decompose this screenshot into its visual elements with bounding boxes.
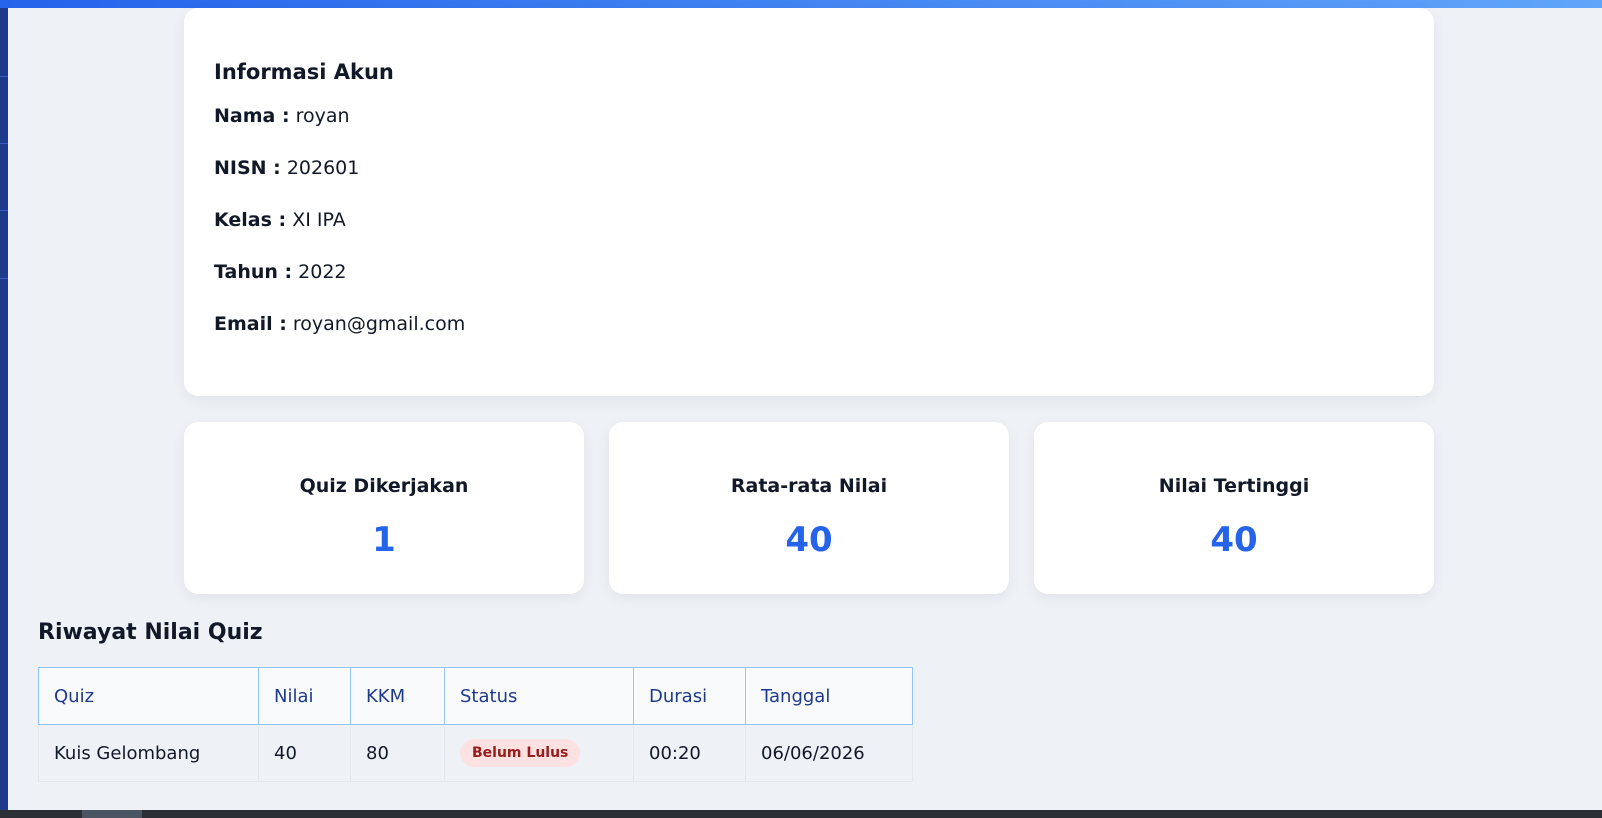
field-label: Kelas : bbox=[214, 209, 287, 231]
taskbar-strip bbox=[0, 810, 1602, 818]
field-value: royan@gmail.com bbox=[292, 313, 466, 335]
cell-status: Belum Lulus bbox=[444, 724, 634, 782]
field-value: 2022 bbox=[298, 261, 347, 283]
account-info-card: Informasi Akun Nama : royan NISN : 20260… bbox=[184, 8, 1434, 396]
top-accent-bar bbox=[0, 0, 1602, 8]
sidebar-edge bbox=[0, 8, 8, 810]
cell-kkm: 80 bbox=[350, 724, 445, 782]
account-field-name: Nama : royan bbox=[214, 104, 1404, 128]
stat-label: Rata-rata Nilai bbox=[730, 475, 888, 497]
column-header-status: Status bbox=[444, 667, 634, 725]
account-field-email: Email : royan@gmail.com bbox=[214, 312, 1404, 336]
status-badge: Belum Lulus bbox=[460, 739, 581, 767]
sidebar-divider bbox=[0, 278, 8, 279]
column-header-kkm: KKM bbox=[350, 667, 445, 725]
cell-quiz: Kuis Gelombang bbox=[38, 724, 259, 782]
taskbar-segment bbox=[82, 810, 142, 818]
field-label: Nama : bbox=[214, 105, 290, 127]
cell-score: 40 bbox=[258, 724, 351, 782]
column-header-quiz: Quiz bbox=[38, 667, 259, 725]
field-label: Email : bbox=[214, 313, 287, 335]
field-value: XI IPA bbox=[292, 209, 346, 231]
stat-card-quiz-count: Quiz Dikerjakan 1 bbox=[184, 422, 584, 594]
field-label: NISN : bbox=[214, 157, 281, 179]
stat-card-highest-score: Nilai Tertinggi 40 bbox=[1034, 422, 1434, 594]
column-header-date: Tanggal bbox=[745, 667, 913, 725]
stat-value: 40 bbox=[785, 520, 833, 560]
sidebar-divider bbox=[0, 76, 8, 77]
stat-value: 1 bbox=[372, 520, 396, 560]
field-value: 202601 bbox=[286, 157, 360, 179]
sidebar-divider bbox=[0, 143, 8, 144]
account-field-year: Tahun : 2022 bbox=[214, 260, 1404, 284]
quiz-history-table: Quiz Nilai KKM Status Durasi Tanggal Kui… bbox=[38, 667, 913, 782]
stat-label: Quiz Dikerjakan bbox=[299, 475, 469, 497]
field-value: royan bbox=[295, 105, 350, 127]
column-header-duration: Durasi bbox=[633, 667, 746, 725]
column-header-score: Nilai bbox=[258, 667, 351, 725]
cell-duration: 00:20 bbox=[633, 724, 746, 782]
account-field-nisn: NISN : 202601 bbox=[214, 156, 1404, 180]
table-row: Kuis Gelombang 40 80 Belum Lulus 00:20 0… bbox=[38, 724, 913, 782]
account-field-class: Kelas : XI IPA bbox=[214, 208, 1404, 232]
field-label: Tahun : bbox=[214, 261, 293, 283]
stat-card-average-score: Rata-rata Nilai 40 bbox=[609, 422, 1009, 594]
history-title: Riwayat Nilai Quiz bbox=[38, 620, 263, 645]
sidebar-divider bbox=[0, 210, 8, 211]
stat-value: 40 bbox=[1210, 520, 1258, 560]
cell-date: 06/06/2026 bbox=[745, 724, 913, 782]
account-info-title: Informasi Akun bbox=[214, 60, 394, 84]
table-header-row: Quiz Nilai KKM Status Durasi Tanggal bbox=[38, 667, 913, 725]
stat-label: Nilai Tertinggi bbox=[1158, 475, 1310, 497]
